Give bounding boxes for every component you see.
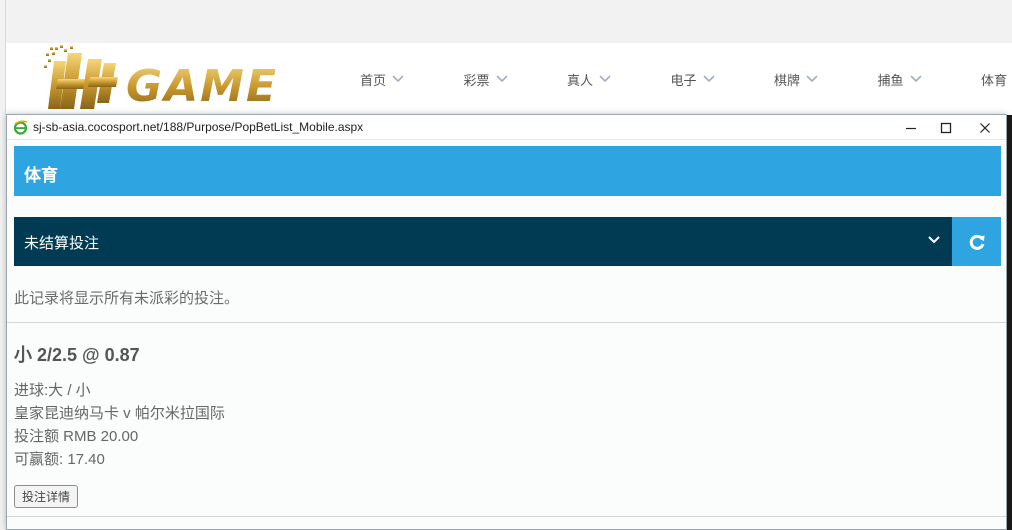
site-nav: 首页 彩票 真人 电子 棋牌 捕鱼 体育	[336, 43, 1012, 115]
bet-list-popup-window: sj-sb-asia.cocosport.net/188/Purpose/Pop…	[6, 114, 1007, 530]
divider	[7, 516, 1006, 517]
chevron-down-icon	[909, 75, 922, 83]
nav-item-lottery[interactable]: 彩票	[440, 70, 544, 89]
site-top-strip	[0, 0, 1012, 43]
nav-label: 真人	[567, 73, 594, 89]
nav-label: 彩票	[463, 73, 490, 89]
ie-icon	[13, 120, 28, 135]
refresh-button[interactable]	[952, 217, 1001, 266]
minimize-button[interactable]	[891, 115, 931, 140]
svg-text:GAME: GAME	[126, 61, 278, 112]
nav-item-live[interactable]: 真人	[543, 70, 647, 89]
maximize-icon	[940, 122, 952, 133]
chevron-down-icon	[599, 75, 611, 83]
close-button[interactable]	[965, 115, 1005, 140]
maximize-button[interactable]	[926, 115, 966, 140]
bet-card: 小 2/2.5 @ 0.87 进球:大 / 小 皇家昆迪纳马卡 v 帕尔米拉国际…	[14, 341, 994, 508]
bet-selection-title: 小 2/2.5 @ 0.87	[14, 345, 140, 365]
bet-status-value: 未结算投注	[24, 234, 100, 252]
nav-label: 捕鱼	[877, 73, 904, 89]
nav-label: 电子	[670, 73, 697, 89]
chevron-down-icon	[495, 75, 508, 83]
bet-match: 皇家昆迪纳马卡 v 帕尔米拉国际	[14, 405, 225, 422]
chevron-down-icon	[928, 236, 940, 244]
site-logo[interactable]: GAME	[42, 43, 312, 115]
nav-item-cards[interactable]: 棋牌	[750, 70, 854, 89]
nav-label: 首页	[360, 73, 387, 89]
window-url: sj-sb-asia.cocosport.net/188/Purpose/Pop…	[33, 120, 364, 134]
nav-label: 棋牌	[774, 73, 801, 89]
chevron-down-icon	[806, 75, 818, 83]
bet-filter-row: 未结算投注	[14, 217, 1001, 266]
refresh-icon	[969, 234, 984, 250]
close-icon	[980, 122, 990, 133]
bet-market: 进球:大 / 小	[14, 382, 91, 399]
chevron-down-icon	[392, 75, 404, 83]
chevron-down-icon	[702, 75, 715, 83]
unsettled-notice: 此记录将显示所有未派彩的投注。	[14, 289, 240, 307]
bet-stake: 投注额 RMB 20.00	[14, 428, 139, 445]
nav-item-fishing[interactable]: 捕鱼	[854, 70, 958, 89]
nav-item-sports[interactable]: 体育	[957, 70, 1012, 89]
nav-item-home[interactable]: 首页	[336, 70, 440, 89]
minimize-icon	[906, 127, 916, 129]
bet-status-select[interactable]: 未结算投注	[14, 217, 952, 266]
site-header: GAME 首页 彩票 真人 电子 棋牌 捕鱼 体育	[6, 43, 1012, 115]
bet-detail-button[interactable]: 投注详情	[14, 485, 79, 508]
bet-potential-win: 可赢额: 17.40	[14, 451, 105, 468]
page-title: 体育	[14, 146, 1001, 196]
window-titlebar[interactable]: sj-sb-asia.cocosport.net/188/Purpose/Pop…	[7, 115, 1006, 140]
nav-item-slots[interactable]: 电子	[647, 70, 751, 89]
divider	[7, 322, 1006, 323]
bet-details: 进球:大 / 小 皇家昆迪纳马卡 v 帕尔米拉国际 投注额 RMB 20.00 …	[14, 379, 994, 471]
nav-label: 体育	[981, 73, 1008, 89]
